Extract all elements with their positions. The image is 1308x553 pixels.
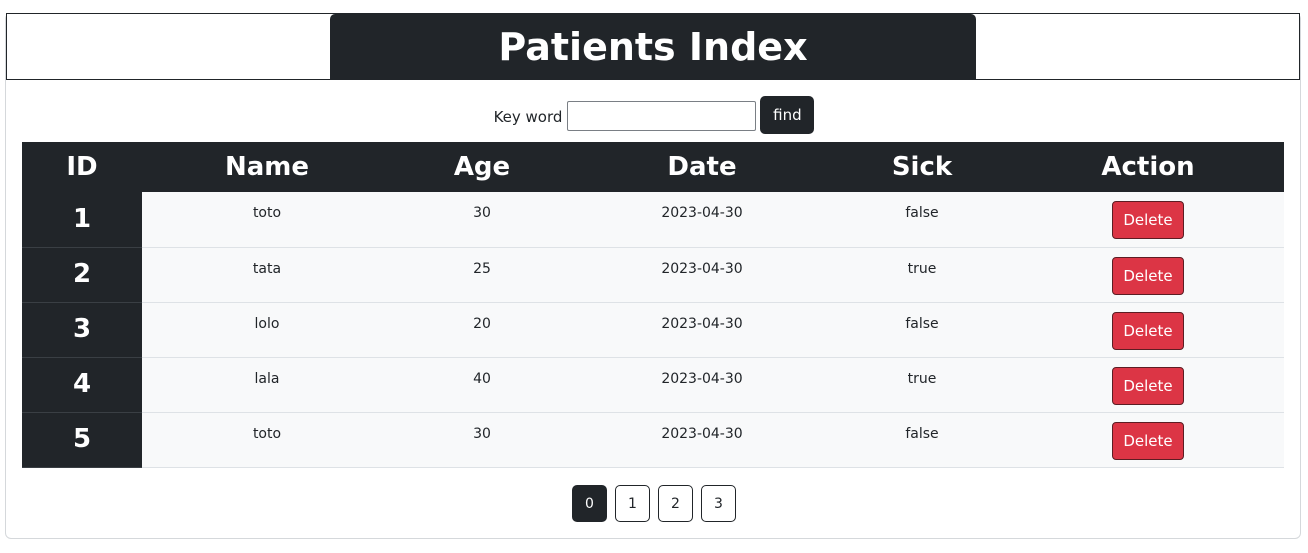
cell-sick: false	[832, 302, 1012, 358]
cell-action: Delete	[1012, 192, 1284, 248]
keyword-input[interactable]	[567, 101, 757, 131]
cell-name: tata	[142, 247, 392, 303]
cell-action: Delete	[1012, 357, 1284, 413]
cell-action: Delete	[1012, 412, 1284, 468]
column-header-sick: Sick	[832, 142, 1012, 192]
table-row: 3 lolo 20 2023-04-30 false Delete	[22, 302, 1284, 358]
page-button-1[interactable]: 1	[615, 485, 650, 522]
column-header-id: ID	[22, 142, 142, 192]
cell-date: 2023-04-30	[572, 302, 832, 358]
cell-action: Delete	[1012, 247, 1284, 303]
table-row: 2 tata 25 2023-04-30 true Delete	[22, 247, 1284, 303]
delete-button[interactable]: Delete	[1112, 256, 1184, 295]
column-header-name: Name	[142, 142, 392, 192]
table-header-row: ID Name Age Date Sick Action	[22, 142, 1284, 192]
column-header-action: Action	[1012, 142, 1284, 192]
delete-button[interactable]: Delete	[1112, 366, 1184, 405]
cell-action: Delete	[1012, 302, 1284, 358]
patients-table: ID Name Age Date Sick Action 1 toto 30 2…	[22, 142, 1284, 468]
cell-id: 3	[22, 302, 142, 358]
cell-sick: false	[832, 412, 1012, 468]
page-title: Patients Index	[330, 14, 976, 80]
cell-name: lolo	[142, 302, 392, 358]
page-button-0[interactable]: 0	[572, 485, 607, 522]
cell-date: 2023-04-30	[572, 247, 832, 303]
cell-sick: false	[832, 192, 1012, 248]
cell-name: lala	[142, 357, 392, 413]
table-row: 1 toto 30 2023-04-30 false Delete	[22, 192, 1284, 248]
column-header-age: Age	[392, 142, 572, 192]
cell-id: 4	[22, 357, 142, 413]
delete-button[interactable]: Delete	[1112, 421, 1184, 460]
cell-age: 30	[392, 192, 572, 248]
cell-name: toto	[142, 412, 392, 468]
cell-name: toto	[142, 192, 392, 248]
cell-sick: true	[832, 357, 1012, 413]
cell-id: 1	[22, 192, 142, 248]
cell-age: 40	[392, 357, 572, 413]
cell-sick: true	[832, 247, 1012, 303]
cell-id: 5	[22, 412, 142, 468]
pagination: 0 1 2 3	[0, 485, 1308, 523]
cell-id: 2	[22, 247, 142, 303]
cell-date: 2023-04-30	[572, 357, 832, 413]
keyword-label: Key word	[493, 108, 563, 126]
column-header-date: Date	[572, 142, 832, 192]
search-form: Key word find	[0, 96, 1308, 134]
cell-age: 20	[392, 302, 572, 358]
table-row: 4 lala 40 2023-04-30 true Delete	[22, 357, 1284, 413]
delete-button[interactable]: Delete	[1112, 201, 1184, 239]
page-button-2[interactable]: 2	[658, 485, 693, 522]
find-button[interactable]: find	[760, 96, 815, 134]
cell-age: 30	[392, 412, 572, 468]
cell-date: 2023-04-30	[572, 192, 832, 248]
page-button-3[interactable]: 3	[701, 485, 736, 522]
cell-date: 2023-04-30	[572, 412, 832, 468]
delete-button[interactable]: Delete	[1112, 311, 1184, 350]
cell-age: 25	[392, 247, 572, 303]
table-row: 5 toto 30 2023-04-30 false Delete	[22, 412, 1284, 468]
